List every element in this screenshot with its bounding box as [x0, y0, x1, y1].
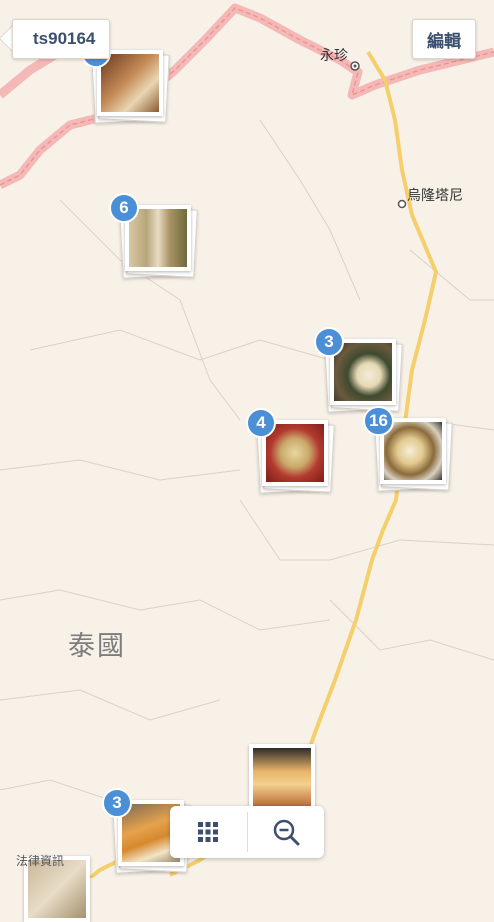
grid-view-button[interactable] — [170, 806, 247, 858]
grid-icon — [198, 822, 219, 842]
map-toolbar — [170, 806, 324, 858]
zoom-out-icon — [273, 819, 300, 846]
edit-button[interactable]: 編輯 — [412, 19, 476, 59]
place-label-vientiane: 永珍 — [320, 47, 348, 63]
country-label: 泰國 — [68, 631, 126, 661]
zoom-out-button[interactable] — [248, 806, 325, 858]
edit-button-label: 編輯 — [427, 31, 461, 51]
back-button-label: ts90164 — [33, 29, 96, 48]
back-button[interactable]: ts90164 — [0, 19, 111, 59]
photo-count-badge: 4 — [246, 408, 276, 438]
place-label-udon-thani: 烏隆塔尼 — [407, 187, 463, 203]
photo-count-badge: 6 — [109, 193, 139, 223]
photo-count-badge: 16 — [363, 406, 394, 436]
legal-info-link[interactable]: 法律資訊 — [16, 852, 64, 869]
photo-count-badge: 3 — [102, 788, 132, 818]
photo-count-badge: 3 — [314, 327, 344, 357]
